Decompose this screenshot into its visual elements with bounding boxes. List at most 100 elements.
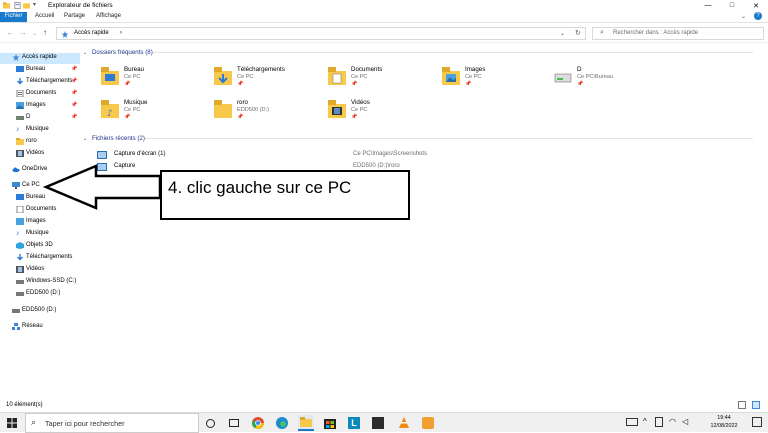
sidebar-item-label: Accès rapide xyxy=(22,54,57,60)
new-folder-icon[interactable] xyxy=(23,2,30,9)
sidebar-item-documents[interactable]: Documents 📌 xyxy=(0,89,80,100)
annotation-callout: 4. clic gauche sur ce PC xyxy=(160,170,410,220)
film-icon xyxy=(16,266,24,273)
search-box[interactable]: ⌕ Rechercher dans : Accès rapide xyxy=(592,27,764,40)
back-button[interactable]: ← xyxy=(6,28,14,37)
sidebar-item-pc-edd500[interactable]: EDD500 (D:) xyxy=(0,289,80,300)
chevron-down-icon: ⌄ xyxy=(83,50,88,56)
maximize-button[interactable]: □ xyxy=(720,0,744,11)
sidebar-item-pc-documents[interactable]: Documents xyxy=(0,205,80,216)
sidebar-item-label: Documents xyxy=(26,206,57,212)
tile-documents[interactable]: Documents Ce PC 📌 xyxy=(328,64,438,94)
properties-icon[interactable] xyxy=(14,2,21,9)
recent-row[interactable]: Capture d'écran (1) Ce PC\Images\Screens… xyxy=(97,150,757,161)
volume-icon[interactable]: ◁ xyxy=(682,417,688,426)
address-dropdown-icon[interactable]: ⌄ xyxy=(560,30,565,37)
sidebar-item-roro[interactable]: roro xyxy=(0,137,80,148)
tile-location: Ce PC xyxy=(465,74,482,80)
address-field[interactable]: Accès rapide › ⌄ ↻ xyxy=(56,27,586,40)
sidebar-item-bureau[interactable]: Bureau 📌 xyxy=(0,65,80,76)
task-view-icon[interactable] xyxy=(226,415,242,431)
sidebar-item-pc-objets-3d[interactable]: Objets 3D xyxy=(0,241,80,252)
store-icon[interactable] xyxy=(322,415,338,431)
search-placeholder[interactable]: Rechercher dans : Accès rapide xyxy=(613,30,698,36)
show-hidden-icons[interactable]: ^ xyxy=(643,417,647,426)
sidebar-item-reseau[interactable]: Réseau xyxy=(0,322,80,333)
drive-icon xyxy=(16,292,24,296)
taskbar-search-placeholder[interactable]: Taper ici pour rechercher xyxy=(45,419,125,428)
sidebar-item-images[interactable]: Images 📌 xyxy=(0,101,80,112)
sidebar-item-ce-pc[interactable]: Ce PC xyxy=(0,181,80,192)
tab-fichier[interactable]: Fichier xyxy=(0,12,27,22)
battery-icon[interactable] xyxy=(655,417,663,427)
sidebar-item-d[interactable]: D 📌 xyxy=(0,113,80,124)
pin-icon: 📌 xyxy=(351,81,358,87)
wifi-icon[interactable]: ◠ xyxy=(669,417,676,426)
sidebar-item-label: Téléchargements xyxy=(26,78,73,84)
cloud-icon xyxy=(12,167,20,173)
app-orange-icon[interactable] xyxy=(420,415,436,431)
edge-icon[interactable] xyxy=(274,415,290,431)
sidebar-item-label: Images xyxy=(26,102,46,108)
recent-files-header[interactable]: ⌄ Fichiers récents (2) xyxy=(83,135,753,142)
help-icon[interactable]: ? xyxy=(754,12,762,20)
sidebar-item-pc-bureau[interactable]: Bureau xyxy=(0,193,80,204)
clock-date: 12/08/2022 xyxy=(710,422,738,429)
group-title: Fichiers récents (2) xyxy=(91,135,145,142)
notifications-icon[interactable] xyxy=(752,417,762,427)
frequent-folders-header[interactable]: ⌄ Dossiers fréquents (8) xyxy=(83,49,753,56)
tab-partage[interactable]: Partage xyxy=(60,12,89,22)
sidebar-item-onedrive[interactable]: OneDrive xyxy=(0,165,80,176)
tile-bureau[interactable]: Bureau Ce PC 📌 xyxy=(101,64,211,94)
sidebar-item-quick-access[interactable]: Accès rapide xyxy=(0,53,80,64)
sidebar-item-videos[interactable]: Vidéos xyxy=(0,149,80,160)
sidebar-item-pc-musique[interactable]: ♪ Musique xyxy=(0,229,80,240)
recent-file-location: EDD500 (D:)\roro xyxy=(353,163,400,169)
quick-access-dropdown-icon[interactable]: ▾ xyxy=(33,1,36,8)
vlc-icon[interactable] xyxy=(396,415,412,431)
tab-affichage[interactable]: Affichage xyxy=(92,12,125,22)
close-button[interactable]: ✕ xyxy=(744,0,768,11)
clock[interactable]: 19:44 12/08/2022 xyxy=(700,415,748,430)
sidebar-item-pc-videos[interactable]: Vidéos xyxy=(0,265,80,276)
cortana-icon[interactable] xyxy=(202,415,218,431)
recent-locations-icon[interactable]: ⌄ xyxy=(32,30,37,37)
sidebar-item-edd500[interactable]: EDD500 (D:) xyxy=(0,306,80,317)
tile-images[interactable]: Images Ce PC 📌 xyxy=(442,64,552,94)
chrome-icon[interactable] xyxy=(250,415,266,431)
sidebar-item-label: Documents xyxy=(26,90,57,96)
details-view-icon[interactable] xyxy=(738,401,746,409)
sidebar-item-telechargements[interactable]: Téléchargements 📌 xyxy=(0,77,80,88)
tab-accueil[interactable]: Accueil xyxy=(31,12,58,22)
taskbar-search[interactable]: ⌕ Taper ici pour rechercher xyxy=(25,413,199,433)
tile-d[interactable]: D Ce PC\Bureau 📌 xyxy=(554,64,664,94)
tile-telechargements[interactable]: Téléchargements Ce PC 📌 xyxy=(214,64,324,94)
tile-name: Téléchargements xyxy=(237,66,285,73)
expand-ribbon-icon[interactable]: ⌄ xyxy=(741,13,746,20)
tiles-view-icon[interactable] xyxy=(752,401,760,409)
keyboard-icon[interactable] xyxy=(626,418,638,426)
tile-musique[interactable]: ♪ Musique Ce PC 📌 xyxy=(101,97,211,127)
sidebar-item-pc-telechargements[interactable]: Téléchargements xyxy=(0,253,80,264)
up-button[interactable]: ↑ xyxy=(43,28,47,37)
sidebar-item-pc-windows-ssd[interactable]: Windows-SSD (C:) xyxy=(0,277,80,288)
folder-icon xyxy=(16,138,24,145)
file-explorer-icon[interactable] xyxy=(298,415,314,431)
tile-videos[interactable]: Vidéos Ce PC 📌 xyxy=(328,97,438,127)
forward-button[interactable]: → xyxy=(19,28,27,37)
refresh-icon[interactable]: ↻ xyxy=(575,29,581,37)
star-icon xyxy=(61,31,69,38)
pin-icon: 📌 xyxy=(237,114,244,120)
app-l-icon[interactable]: L xyxy=(346,415,362,431)
sidebar-item-musique[interactable]: ♪ Musique xyxy=(0,125,80,136)
app-dark-icon[interactable] xyxy=(370,415,386,431)
breadcrumb[interactable]: Accès rapide xyxy=(74,30,109,36)
breadcrumb-chevron-icon[interactable]: › xyxy=(120,30,122,36)
minimize-button[interactable]: — xyxy=(696,0,720,11)
windows-start-icon[interactable] xyxy=(7,418,17,428)
sidebar-item-pc-images[interactable]: Images xyxy=(0,217,80,228)
tile-roro[interactable]: roro EDD500 (D:) 📌 xyxy=(214,97,324,127)
image-file-icon xyxy=(97,151,107,159)
taskbar: ⌕ Taper ici pour rechercher L ^ ◠ ◁ 19:4… xyxy=(0,412,768,433)
item-count: 10 élément(s) xyxy=(6,402,43,408)
